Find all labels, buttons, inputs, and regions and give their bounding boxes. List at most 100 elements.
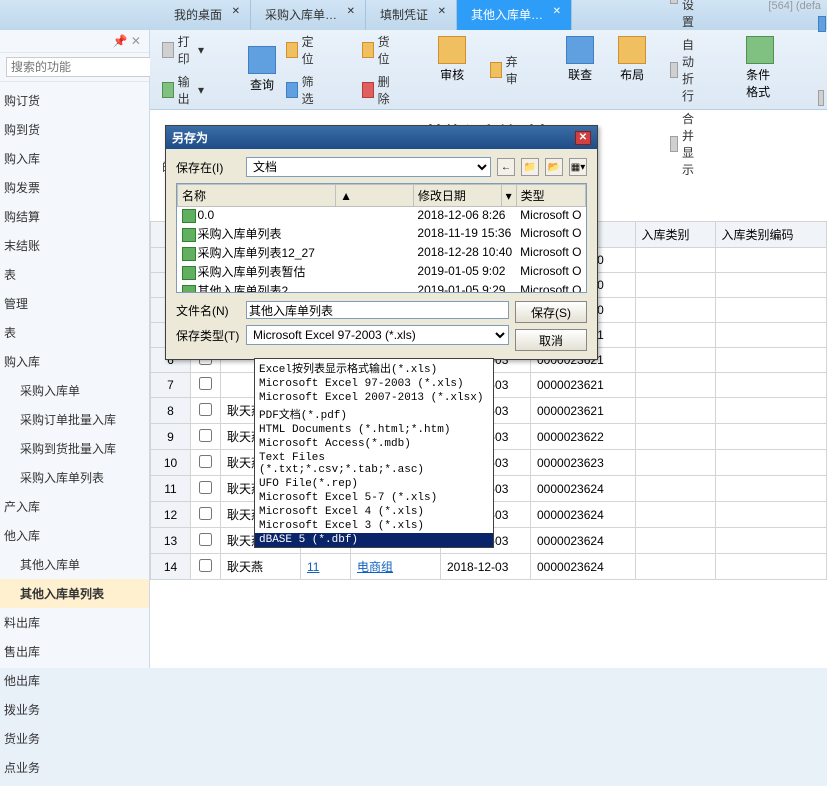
dropdown-option[interactable]: Microsoft Excel 3 (*.xls): [255, 519, 493, 533]
sidebar-item[interactable]: 点业务: [0, 753, 149, 782]
sidebar-item[interactable]: 购到货: [0, 115, 149, 144]
sidebar-item[interactable]: 购入库: [0, 144, 149, 173]
sidebar-item[interactable]: 管理: [0, 289, 149, 318]
pin-icon[interactable]: 📌 ✕: [0, 30, 149, 52]
dropdown-option[interactable]: Microsoft Excel 4 (*.xls): [255, 505, 493, 519]
filetype-select[interactable]: Microsoft Excel 97-2003 (*.xls): [246, 325, 509, 345]
sidebar-item[interactable]: 售出库: [0, 637, 149, 666]
sidebar-item[interactable]: 购入库: [0, 347, 149, 376]
sidebar-item[interactable]: 其他入库单列表: [0, 579, 149, 608]
sidebar-item[interactable]: 料出库: [0, 608, 149, 637]
row-checkbox[interactable]: [199, 481, 212, 494]
filename-label: 文件名(N): [176, 302, 240, 319]
sidebar-item[interactable]: 采购入库单列表: [0, 463, 149, 492]
sidebar-item[interactable]: 拨业务: [0, 695, 149, 724]
grid-header[interactable]: 入库类别: [635, 222, 715, 248]
output-button[interactable]: 输出 ▾: [158, 71, 208, 109]
file-row[interactable]: 采购入库单列表2018-11-19 15:36Microsoft O: [178, 224, 586, 243]
file-row[interactable]: 其他入库单列表22019-01-05 9:29Microsoft O: [178, 281, 586, 293]
tab-采购入库单…[interactable]: 采购入库单…✕: [251, 0, 366, 30]
tab-close-icon[interactable]: ✕: [347, 6, 355, 17]
dropdown-option[interactable]: HTML Documents (*.html;*.htm): [255, 423, 493, 437]
views-icon[interactable]: ▦▾: [569, 158, 587, 176]
query-button[interactable]: 查询: [244, 44, 280, 95]
save-in-select[interactable]: 文档: [246, 157, 491, 177]
locate-icon: [286, 42, 298, 58]
sidebar-item[interactable]: 货业务: [0, 724, 149, 753]
othertpl-button[interactable]: 其他入库单打印模…: [814, 54, 827, 143]
newfolder-icon[interactable]: 📂: [545, 158, 563, 176]
sidebar-item[interactable]: 产入库: [0, 492, 149, 521]
ribbon: 打印 ▾ 输出 ▾ 查询 定位 筛选 货位 删除 审核 弃审 联查 布局 栏目设…: [150, 30, 827, 110]
sidebar-item[interactable]: 购发票: [0, 173, 149, 202]
sidebar-item[interactable]: 其他入库单: [0, 550, 149, 579]
tab-close-icon[interactable]: ✕: [232, 6, 240, 17]
tab-其他入库单…[interactable]: 其他入库单…✕: [457, 0, 572, 30]
sidebar-item[interactable]: 采购订单批量入库: [0, 405, 149, 434]
close-icon[interactable]: ✕: [575, 131, 591, 145]
row-checkbox[interactable]: [199, 377, 212, 390]
stock-button[interactable]: 货位: [358, 31, 398, 69]
stock-icon: [362, 42, 374, 58]
file-row[interactable]: 采购入库单列表暂估2019-01-05 9:02Microsoft O: [178, 262, 586, 281]
save-button[interactable]: 保存(S): [515, 301, 587, 323]
grid-header[interactable]: 入库类别编码: [715, 222, 826, 248]
sidebar-item[interactable]: 表: [0, 260, 149, 289]
dept-code-link[interactable]: 11: [307, 560, 319, 574]
sidebar-item[interactable]: 采购入库单: [0, 376, 149, 405]
filename-input[interactable]: [246, 301, 509, 319]
row-checkbox[interactable]: [199, 507, 212, 520]
lianch-button[interactable]: 联查: [562, 34, 598, 105]
filetype-dropdown[interactable]: Excel按列表显示格式输出(*.xls)Microsoft Excel 97-…: [254, 358, 494, 548]
print-button[interactable]: 打印 ▾: [158, 31, 208, 69]
tab-我的桌面[interactable]: 我的桌面✕: [160, 0, 251, 30]
abandon-button[interactable]: 弃审: [486, 34, 526, 105]
dropdown-option[interactable]: Microsoft Excel 2007-2013 (*.xlsx): [255, 391, 493, 405]
table-row[interactable]: 14耿天燕11电商组2018-12-030000023624: [151, 554, 827, 580]
file-list[interactable]: 名称 ▲ 修改日期 ▾ 类型 0.02018-12-06 8:26Microso…: [176, 183, 587, 293]
row-checkbox[interactable]: [199, 403, 212, 416]
locate-button[interactable]: 定位: [282, 31, 322, 69]
back-icon[interactable]: ←: [497, 158, 515, 176]
audit-button[interactable]: 审核: [434, 34, 470, 105]
dropdown-option[interactable]: Microsoft Access(*.mdb): [255, 437, 493, 451]
dept-link[interactable]: 电商组: [357, 560, 393, 574]
audit-icon: [438, 36, 466, 64]
sidebar-item[interactable]: 他入库: [0, 521, 149, 550]
sidebar-item[interactable]: 采购到货批量入库: [0, 434, 149, 463]
search-input[interactable]: [6, 57, 171, 77]
layout-button[interactable]: 布局: [614, 34, 650, 105]
save-in-label: 保存在(I): [176, 159, 240, 176]
othertpl-icon: [818, 90, 824, 106]
file-row[interactable]: 0.02018-12-06 8:26Microsoft O: [178, 207, 586, 224]
cancel-button[interactable]: 取消: [515, 329, 587, 351]
colset-button[interactable]: 栏目设置: [666, 0, 706, 32]
designtpl-button[interactable]: 设计打印模板: [814, 0, 827, 52]
row-checkbox[interactable]: [199, 533, 212, 546]
tab-填制凭证[interactable]: 填制凭证✕: [366, 0, 457, 30]
dropdown-option[interactable]: Microsoft Excel 5-7 (*.xls): [255, 491, 493, 505]
file-row[interactable]: 采购入库单列表12_272018-12-28 10:40Microsoft O: [178, 243, 586, 262]
dropdown-option[interactable]: PDF文档(*.pdf): [255, 405, 493, 423]
delete-button[interactable]: 删除: [358, 71, 398, 109]
filter-button[interactable]: 筛选: [282, 71, 322, 109]
sidebar-item[interactable]: 表: [0, 318, 149, 347]
dropdown-option[interactable]: Excel按列表显示格式输出(*.xls): [255, 359, 493, 377]
autofold-button[interactable]: 自动折行: [666, 34, 706, 106]
sidebar-item[interactable]: 他出库: [0, 666, 149, 695]
sidebar-item[interactable]: 购订货: [0, 86, 149, 115]
sidebar-item[interactable]: 末结账: [0, 231, 149, 260]
sidebar-item[interactable]: 购结算: [0, 202, 149, 231]
merge-button[interactable]: 合并显示: [666, 108, 706, 180]
dropdown-option[interactable]: Microsoft Excel 97-2003 (*.xls): [255, 377, 493, 391]
condfmt-button[interactable]: 条件格式: [742, 34, 778, 105]
dropdown-option[interactable]: UFO File(*.rep): [255, 477, 493, 491]
row-checkbox[interactable]: [199, 559, 212, 572]
up-icon[interactable]: 📁: [521, 158, 539, 176]
row-checkbox[interactable]: [199, 429, 212, 442]
tab-close-icon[interactable]: ✕: [438, 6, 446, 17]
tab-close-icon[interactable]: ✕: [553, 6, 561, 17]
dropdown-option[interactable]: dBASE 5 (*.dbf): [255, 533, 493, 547]
row-checkbox[interactable]: [199, 455, 212, 468]
dropdown-option[interactable]: Text Files (*.txt;*.csv;*.tab;*.asc): [255, 451, 493, 477]
